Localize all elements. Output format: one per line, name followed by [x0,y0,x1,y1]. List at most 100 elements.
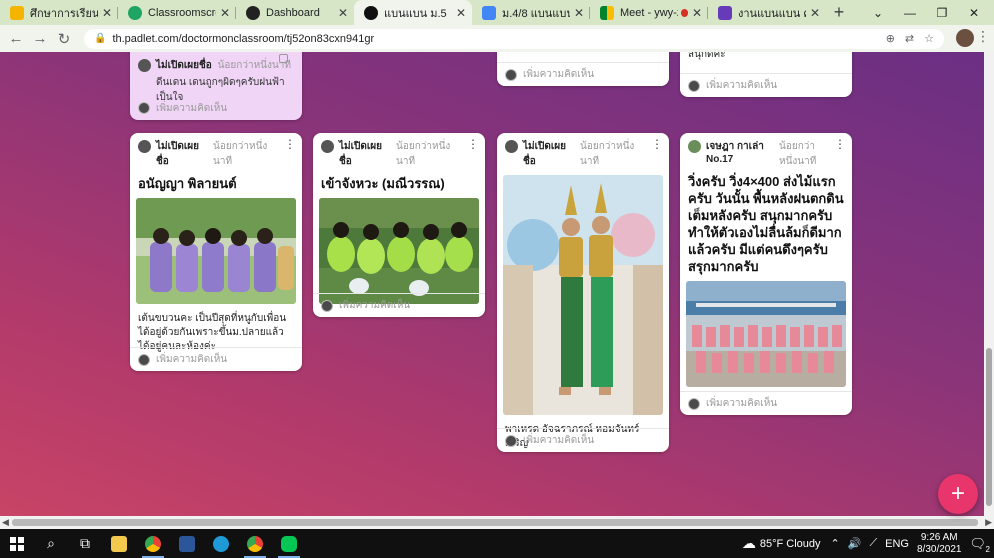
profile-avatar[interactable] [956,29,974,47]
close-icon[interactable]: ✕ [456,6,466,20]
add-post-button[interactable]: + [938,474,978,514]
line-app-icon[interactable] [272,529,306,558]
browser-tab[interactable]: Dashboard ✕ [236,0,354,25]
more-options-icon[interactable]: ⋮ [834,138,846,150]
windows-start-icon[interactable] [0,529,34,558]
notifications-icon[interactable]: 🗨 2 [969,536,990,554]
tab-title: Classroomscreen [148,6,216,19]
translate-icon[interactable]: ⇄ [905,32,914,45]
meet-icon [600,5,614,20]
horizontal-scrollbar[interactable]: ◀ ▶ [0,516,994,529]
tab-title: ม.4/8 แบนแบน [502,7,570,20]
add-comment-link[interactable]: เพิ่มความคิดเห็น [339,298,410,313]
browser-tab[interactable]: ม.4/8 แบนแบน ✕ [472,0,590,25]
add-comment-link[interactable]: เพิ่มความคิดเห็น [706,396,777,411]
address-bar[interactable]: 🔒 th.padlet.com/doctormonclassroom/tj52o… [84,28,944,49]
post-card[interactable]: เจษฎา กาเล่า No.17 น้อยกว่าหนึ่งนาที ⋮ ว… [680,133,852,415]
chrome-icon[interactable] [136,529,170,558]
close-icon[interactable]: ✕ [574,6,584,20]
reload-icon[interactable]: ↻ [52,27,76,51]
weather-cloud-icon: ☁ [741,535,756,551]
post-image[interactable] [136,198,296,304]
commenter-avatar [505,68,517,81]
clock[interactable]: 9:26 AM 8/30/2021 [917,532,962,556]
post-card[interactable]: สนุกดีคะ เพิ่มความคิดเห็น [680,52,852,97]
post-image[interactable] [319,198,479,304]
close-window-icon[interactable]: ✕ [958,0,990,25]
browser-tab[interactable]: งานแบนแบน ครั้งที่ 7 ✕ [708,0,826,25]
padlet-board: ไม่เปิดเผยชื่อ น้อยกว่าหนึ่งนาที ดีนเดน … [0,52,984,516]
classroom-icon [482,5,496,20]
system-tray: ☁ 85°F Cloudy ⌃ 🔊 ⟋ ENG 9:26 AM 8/30/202… [742,529,994,558]
file-explorer-icon[interactable] [102,529,136,558]
notification-count: 2 [985,544,990,554]
user-avatar [138,140,151,153]
browser-tab[interactable]: ศึกษาการเรียนรู้ - Go ✕ [0,0,118,25]
post-body: สนุกดีคะ [688,52,726,60]
post-author: ไม่เปิดเผยชื่อ [156,60,212,71]
post-title: วิ่งครับ วิ่ง4×400 ส่งไม้แรกครับ วันนั้น… [688,174,844,274]
close-icon[interactable]: ✕ [692,6,702,20]
commenter-avatar [505,434,517,447]
weather-text[interactable]: 85°F Cloudy [760,538,821,550]
clock-date: 8/30/2021 [916,543,962,555]
post-card[interactable]: ไม่เปิดเผยชื่อ น้อยกว่าหนึ่งนาที ⋮ อนัญญ… [130,133,302,371]
user-avatar [138,59,151,72]
close-icon[interactable]: ✕ [102,6,112,20]
forward-icon[interactable]: → [28,27,52,51]
add-comment-link[interactable]: เพิ่มความคิดเห็น [156,352,227,367]
user-avatar [505,140,518,153]
browser-tab[interactable]: Meet - ywy-z ✕ [590,0,708,25]
post-card[interactable]: ไม่เปิดเผยชื่อ น้อยกว่าหนึ่งนาที ⋮ เข้าจ… [313,133,485,317]
restore-icon[interactable]: ❐ [926,0,958,25]
add-comment-link[interactable]: เพิ่มความคิดเห็น [523,433,594,448]
install-app-icon[interactable]: ⊕ [886,32,895,45]
add-comment-link[interactable]: เพิ่มความคิดเห็น [156,101,227,116]
tab-search-icon[interactable]: ⌄ [862,0,894,25]
post-author: ไม่เปิดเผยชื่อ [339,141,383,167]
speaker-icon[interactable]: 🔊 [848,537,862,550]
post-card[interactable]: ไม่เปิดเผยชื่อ น้อยกว่าหนึ่งนาที ดีนเดน … [130,52,302,120]
commenter-avatar [138,102,150,114]
close-icon[interactable]: ✕ [810,6,820,20]
close-icon[interactable]: ✕ [220,6,230,20]
lock-icon: 🔒 [94,33,107,44]
commenter-avatar [688,79,700,92]
post-image[interactable] [686,281,846,387]
search-icon[interactable]: ⌕ [34,529,68,558]
edge-icon[interactable] [204,529,238,558]
minimize-icon[interactable]: — [894,0,926,25]
close-icon[interactable]: ✕ [338,6,348,20]
back-icon[interactable]: ← [4,27,28,51]
tab-title: แบนแบน ม.5 [384,7,447,20]
post-card[interactable]: ไม่เปิดเผยชื่อ น้อยกว่าหนึ่งนาที ⋮ พาเหร… [497,133,669,452]
tab-title: Meet - ywy-z [620,6,678,19]
edit-icon[interactable] [279,54,288,63]
browser-tab-active[interactable]: แบนแบน ม.5 ✕ [354,0,472,25]
toolbar: ← → ↻ 🔒 th.padlet.com/doctormonclassroom… [0,25,994,52]
more-options-icon[interactable]: ⋮ [467,138,479,150]
word-icon[interactable] [170,529,204,558]
forms-icon [718,5,732,20]
more-options-icon[interactable]: ⋮ [651,138,663,150]
clock-time: 9:26 AM [920,531,958,543]
task-view-icon[interactable]: ⧉ [68,529,102,558]
post-time: น้อยกว่าหนึ่งนาที [213,141,268,167]
new-tab-button[interactable]: + [826,0,852,25]
network-icon[interactable]: ⟋ [869,537,877,550]
browser-menu-icon[interactable]: ⋮ [976,28,990,45]
commenter-avatar [688,397,700,410]
vertical-scrollbar[interactable] [984,52,994,516]
chrome-profile-icon[interactable] [238,529,272,558]
post-time: น้อยกว่าหนึ่งนาที [396,141,451,167]
more-options-icon[interactable]: ⋮ [284,138,296,150]
add-comment-link[interactable]: เพิ่มความคิดเห็น [706,78,777,93]
post-author: ไม่เปิดเผยชื่อ [523,141,567,167]
post-card[interactable]: เพิ่มความคิดเห็น [497,52,669,86]
add-comment-link[interactable]: เพิ่มความคิดเห็น [523,67,594,82]
post-image[interactable] [503,175,663,415]
bookmark-star-icon[interactable]: ☆ [924,32,934,45]
language-indicator[interactable]: ENG [885,538,909,550]
browser-tab[interactable]: Classroomscreen ✕ [118,0,236,25]
show-hidden-icons-icon[interactable]: ⌃ [831,537,840,550]
